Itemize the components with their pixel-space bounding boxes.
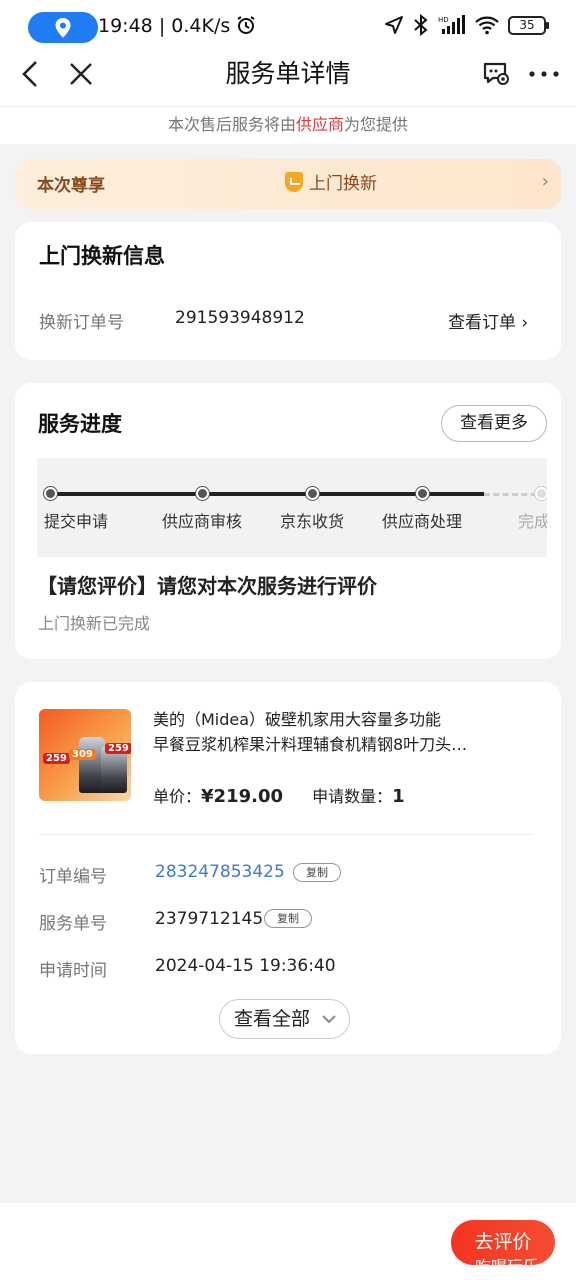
chevron-left-icon (22, 61, 37, 87)
chevron-right-icon: › (541, 171, 549, 192)
step-dot (306, 487, 319, 500)
status-right: HD 35 (384, 14, 549, 36)
service-no-label: 服务单号 (39, 914, 107, 934)
shield-icon (285, 171, 303, 192)
apply-time: 2024-04-15 19:36:40 (155, 956, 336, 976)
exchange-info-title: 上门换新信息 (39, 244, 165, 268)
order-no-link[interactable]: 283247853425 (155, 862, 285, 882)
privilege-label: 本次尊享 (37, 176, 105, 196)
step-dot (535, 487, 547, 500)
alarm-icon (237, 16, 255, 34)
service-no: 2379712145 (155, 909, 264, 929)
step-dot (416, 487, 429, 500)
more-button[interactable] (527, 58, 561, 94)
exchange-order-number: 291593948912 (175, 308, 305, 328)
status-left: 19:48 | 0.4K/s (98, 15, 256, 37)
chat-settings-icon (483, 62, 509, 85)
wifi-icon (475, 16, 499, 35)
exchange-info-card: 上门换新信息 换新订单号 291593948912 查看订单 › (15, 222, 561, 360)
customer-service-button[interactable] (482, 58, 512, 94)
bluetooth-icon (414, 14, 428, 36)
location-pill[interactable] (28, 12, 98, 43)
more-icon (529, 71, 559, 77)
step-dot (196, 487, 209, 500)
close-button[interactable] (67, 58, 95, 94)
apply-quantity: 1 (392, 786, 405, 807)
chevron-down-icon (322, 1015, 336, 1024)
service-provider-notice: 本次售后服务将由供应商为您提供 (0, 106, 576, 144)
step-label: 供应商审核 (162, 512, 243, 531)
service-progress-card: 服务进度 查看更多 提交申请 供应商审核 京东收货 供应商处理 完成 【请您评价… (15, 383, 561, 659)
apply-time-label: 申请时间 (39, 961, 107, 981)
step-label: 提交申请 (44, 512, 109, 531)
price-tag: 259 (43, 753, 70, 764)
svg-text:HD: HD (438, 16, 449, 24)
price-row: 单价：¥219.00 申请数量：1 (153, 786, 405, 807)
step-dot (44, 487, 57, 500)
order-no-label: 订单编号 (39, 867, 107, 887)
evaluation-subtitle: 上门换新已完成 (38, 614, 151, 633)
privilege-banner[interactable]: 本次尊享 上门换新 › (15, 159, 561, 209)
exchange-order-label: 换新订单号 (39, 313, 124, 333)
status-time: 19:48 (98, 15, 153, 37)
divider (39, 834, 533, 835)
network-speed: 0.4K/s (171, 15, 231, 37)
view-all-button[interactable]: 查看全部 (219, 999, 350, 1039)
battery-icon: 35 (508, 15, 549, 35)
close-icon (70, 63, 92, 85)
view-more-button[interactable]: 查看更多 (441, 405, 547, 442)
progress-tracker: 提交申请 供应商审核 京东收货 供应商处理 完成 (37, 458, 547, 557)
view-order-link[interactable]: 查看订单 › (448, 308, 528, 333)
step-label: 京东收货 (280, 512, 345, 531)
bottom-action-bar: 去评价 吃喝玩乐 (0, 1203, 576, 1280)
product-thumbnail[interactable]: 259 309 259 (39, 709, 131, 801)
step-label: 供应商处理 (382, 512, 463, 531)
back-button[interactable] (18, 58, 44, 94)
nav-bar: 服务单详情 (0, 56, 576, 106)
overlay-text: 吃喝玩乐 (475, 1257, 540, 1276)
product-card: 259 309 259 美的（Midea）破壁机家用大容量多功能 早餐豆浆机榨果… (15, 682, 561, 1054)
evaluation-prompt[interactable]: 【请您评价】请您对本次服务进行评价 (37, 570, 377, 599)
status-bar: 19:48 | 0.4K/s HD 35 (0, 0, 576, 56)
provider-highlight: 供应商 (295, 115, 344, 134)
copy-service-no-button[interactable]: 复制 (264, 909, 312, 928)
location-pin-icon (55, 18, 71, 38)
navigation-icon (385, 16, 403, 34)
unit-price: ¥219.00 (201, 786, 283, 807)
privilege-service: 上门换新 (285, 169, 377, 194)
product-name[interactable]: 美的（Midea）破壁机家用大容量多功能 早餐豆浆机榨果汁料理辅食机精钢8叶刀头… (153, 707, 533, 757)
price-tag: 309 (69, 749, 96, 760)
hd-signal-icon: HD (438, 15, 465, 34)
step-label: 完成 (518, 512, 547, 531)
progress-title: 服务进度 (38, 412, 122, 436)
copy-order-no-button[interactable]: 复制 (293, 863, 341, 882)
price-tag: 259 (105, 743, 131, 754)
